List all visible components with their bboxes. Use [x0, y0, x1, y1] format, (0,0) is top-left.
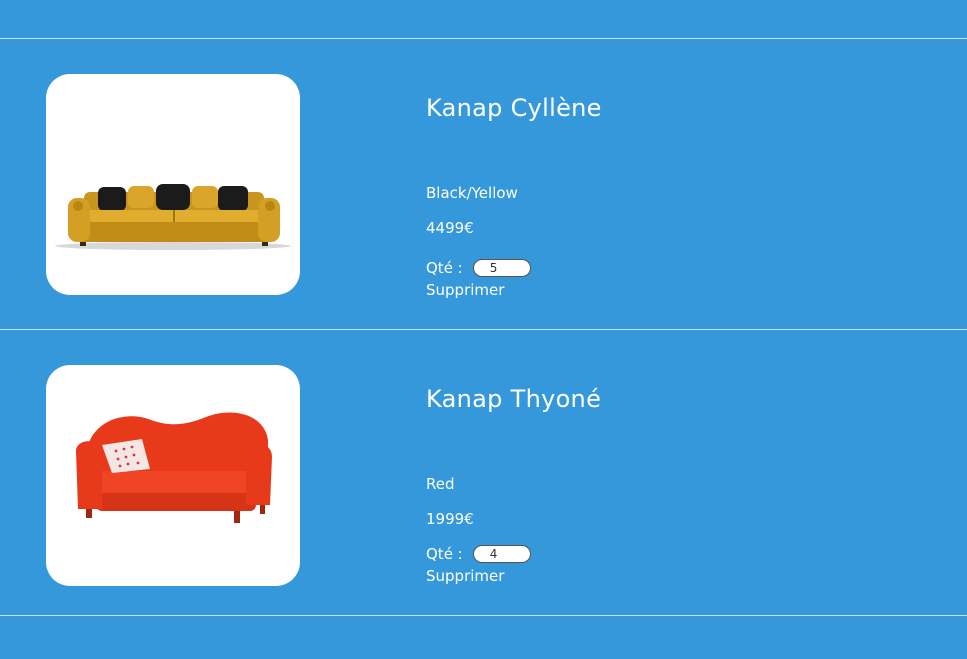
- quantity-label: Qté :: [426, 545, 463, 563]
- divider-bottom: [0, 615, 967, 616]
- sofa-yellow-black-image: [46, 74, 300, 295]
- quantity-label: Qté :: [426, 259, 463, 277]
- product-price: 4499€: [426, 219, 474, 237]
- product-price: 1999€: [426, 510, 474, 528]
- quantity-input[interactable]: [472, 259, 531, 277]
- delete-item-button[interactable]: Supprimer: [426, 281, 504, 299]
- product-color: Black/Yellow: [426, 184, 518, 202]
- product-color: Red: [426, 475, 455, 493]
- quantity-input[interactable]: [472, 545, 531, 563]
- product-name: Kanap Cyllène: [426, 94, 602, 122]
- product-name: Kanap Thyoné: [426, 385, 602, 413]
- delete-item-button[interactable]: Supprimer: [426, 567, 504, 585]
- cart-item: Kanap Cyllène Black/Yellow 4499€ Qté : S…: [0, 39, 967, 329]
- sofa-red-image: [46, 365, 300, 586]
- quantity-row: Qté :: [426, 259, 531, 277]
- cart-item: Kanap Thyoné Red 1999€ Qté : Supprimer: [0, 330, 967, 620]
- quantity-row: Qté :: [426, 545, 531, 563]
